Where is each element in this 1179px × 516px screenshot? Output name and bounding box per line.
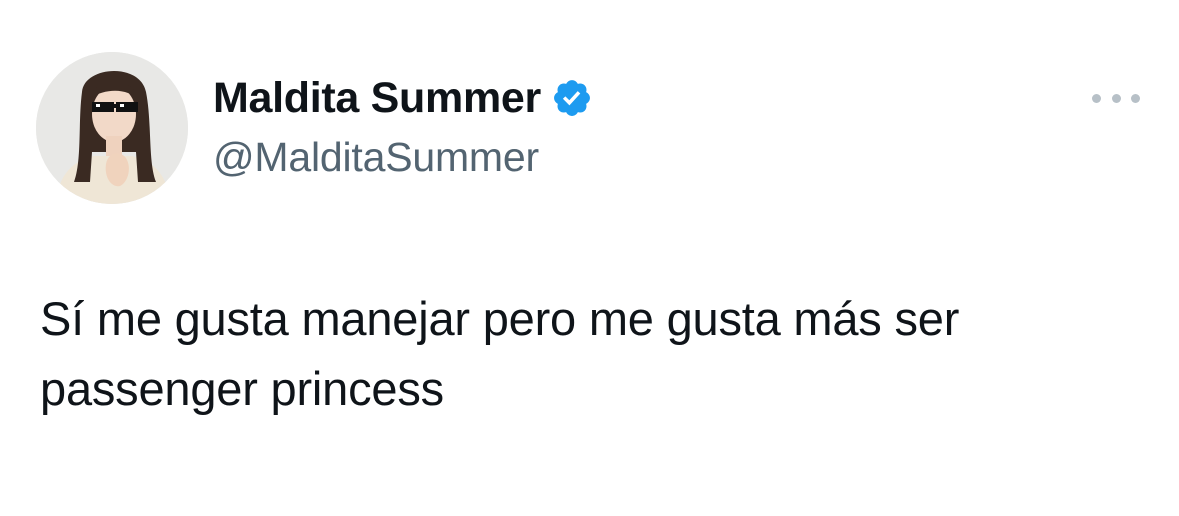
avatar-image [36,52,188,204]
more-options-icon-dot [1131,93,1140,103]
author-handle[interactable]: @MalditaSummer [213,134,539,181]
more-options-icon [1092,93,1101,103]
display-name[interactable]: Maldita Summer [213,74,541,123]
avatar[interactable] [36,52,188,204]
tweet-card: Maldita Summer @MalditaSummer Sí me gust… [0,0,1179,516]
tweet-text: Sí me gusta manejar pero me gusta más se… [40,292,960,415]
more-options-button[interactable] [1092,84,1140,112]
verified-badge-icon[interactable] [551,77,593,119]
author-name-row: Maldita Summer [213,70,593,126]
more-options-icon-dot [1111,93,1121,103]
